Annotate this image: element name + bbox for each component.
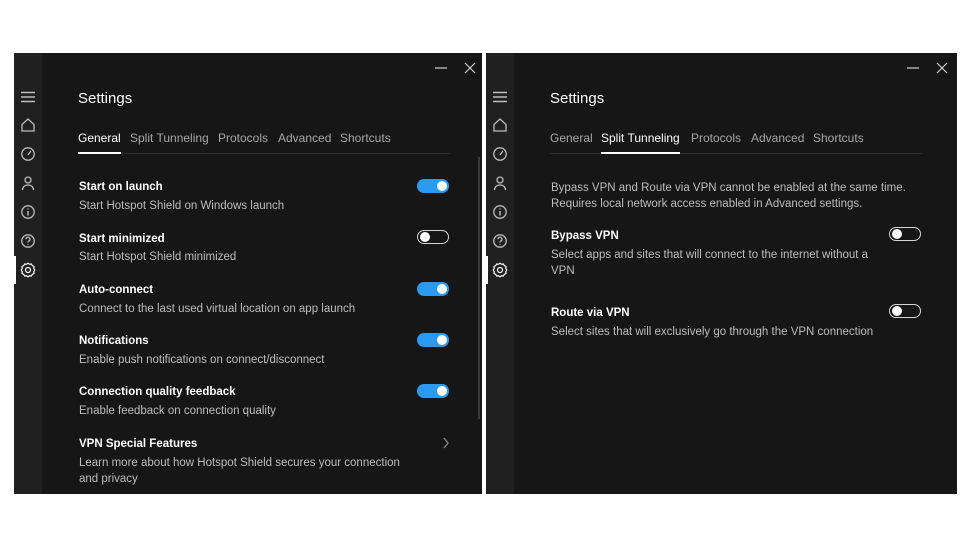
tab-shortcuts[interactable]: Shortcuts bbox=[340, 131, 391, 145]
tab-advanced[interactable]: Advanced bbox=[278, 131, 331, 145]
split-tunneling-info: Bypass VPN and Route via VPN cannot be e… bbox=[551, 182, 906, 210]
info-icon[interactable] bbox=[492, 204, 508, 220]
start-on-launch-toggle[interactable] bbox=[417, 179, 449, 193]
active-indicator bbox=[486, 256, 488, 284]
settings-icon[interactable] bbox=[492, 262, 508, 278]
close-button[interactable] bbox=[463, 61, 477, 75]
page-title: Settings bbox=[78, 90, 133, 107]
connection-quality-toggle[interactable] bbox=[417, 384, 449, 398]
settings-icon[interactable] bbox=[20, 262, 36, 278]
setting-vpn-special-features-title[interactable]: VPN Special Features bbox=[79, 438, 197, 450]
account-icon[interactable] bbox=[20, 175, 36, 191]
tab-split-tunneling[interactable]: Split Tunneling bbox=[601, 131, 680, 154]
settings-window-split-tunneling: Settings General Split Tunneling Protoco… bbox=[486, 53, 957, 494]
home-icon[interactable] bbox=[20, 117, 36, 133]
help-icon[interactable] bbox=[492, 233, 508, 249]
setting-vpn-special-features-desc: Learn more about how Hotspot Shield secu… bbox=[79, 457, 400, 485]
setting-connection-quality-title: Connection quality feedback bbox=[79, 386, 236, 398]
speed-icon[interactable] bbox=[20, 146, 36, 162]
setting-bypass-vpn-title: Bypass VPN bbox=[551, 230, 619, 242]
tab-general[interactable]: General bbox=[550, 131, 593, 145]
tab-protocols[interactable]: Protocols bbox=[218, 131, 268, 145]
bypass-vpn-toggle[interactable] bbox=[889, 227, 921, 241]
setting-auto-connect-desc: Connect to the last used virtual locatio… bbox=[79, 303, 356, 315]
setting-start-on-launch-desc: Start Hotspot Shield on Windows launch bbox=[79, 200, 285, 212]
active-indicator bbox=[14, 256, 16, 284]
tab-bar: General Split Tunneling Protocols Advanc… bbox=[78, 131, 450, 154]
tab-general[interactable]: General bbox=[78, 131, 121, 154]
minimize-button[interactable] bbox=[434, 61, 448, 75]
setting-route-via-vpn-desc: Select sites that will exclusively go th… bbox=[551, 326, 874, 338]
info-icon[interactable] bbox=[20, 204, 36, 220]
tab-split-tunneling[interactable]: Split Tunneling bbox=[130, 131, 209, 145]
sidebar bbox=[14, 53, 42, 494]
tab-advanced[interactable]: Advanced bbox=[751, 131, 804, 145]
account-icon[interactable] bbox=[492, 175, 508, 191]
chevron-right-icon[interactable] bbox=[442, 437, 450, 449]
setting-start-on-launch-title: Start on launch bbox=[79, 181, 163, 193]
auto-connect-toggle[interactable] bbox=[417, 282, 449, 296]
route-via-vpn-toggle[interactable] bbox=[889, 304, 921, 318]
notifications-toggle[interactable] bbox=[417, 333, 449, 347]
setting-start-minimized-title: Start minimized bbox=[79, 233, 165, 245]
setting-notifications-desc: Enable push notifications on connect/dis… bbox=[79, 354, 325, 366]
start-minimized-toggle[interactable] bbox=[417, 230, 449, 244]
sidebar bbox=[486, 53, 514, 494]
setting-notifications-title: Notifications bbox=[79, 335, 149, 347]
menu-icon[interactable] bbox=[20, 89, 36, 105]
tab-protocols[interactable]: Protocols bbox=[691, 131, 741, 145]
menu-icon[interactable] bbox=[492, 89, 508, 105]
minimize-button[interactable] bbox=[906, 61, 920, 75]
close-button[interactable] bbox=[935, 61, 949, 75]
settings-window-general: Settings General Split Tunneling Protoco… bbox=[14, 53, 482, 494]
setting-route-via-vpn-title: Route via VPN bbox=[551, 307, 630, 319]
home-icon[interactable] bbox=[492, 117, 508, 133]
scrollbar[interactable] bbox=[478, 157, 480, 419]
setting-start-minimized-desc: Start Hotspot Shield minimized bbox=[79, 251, 237, 263]
setting-auto-connect-title: Auto-connect bbox=[79, 284, 154, 296]
setting-connection-quality-desc: Enable feedback on connection quality bbox=[79, 405, 276, 417]
tab-shortcuts[interactable]: Shortcuts bbox=[813, 131, 864, 145]
page-title: Settings bbox=[550, 90, 605, 107]
tab-bar: General Split Tunneling Protocols Advanc… bbox=[550, 131, 922, 154]
speed-icon[interactable] bbox=[492, 146, 508, 162]
setting-bypass-vpn-desc: Select apps and sites that will connect … bbox=[551, 249, 869, 277]
help-icon[interactable] bbox=[20, 233, 36, 249]
